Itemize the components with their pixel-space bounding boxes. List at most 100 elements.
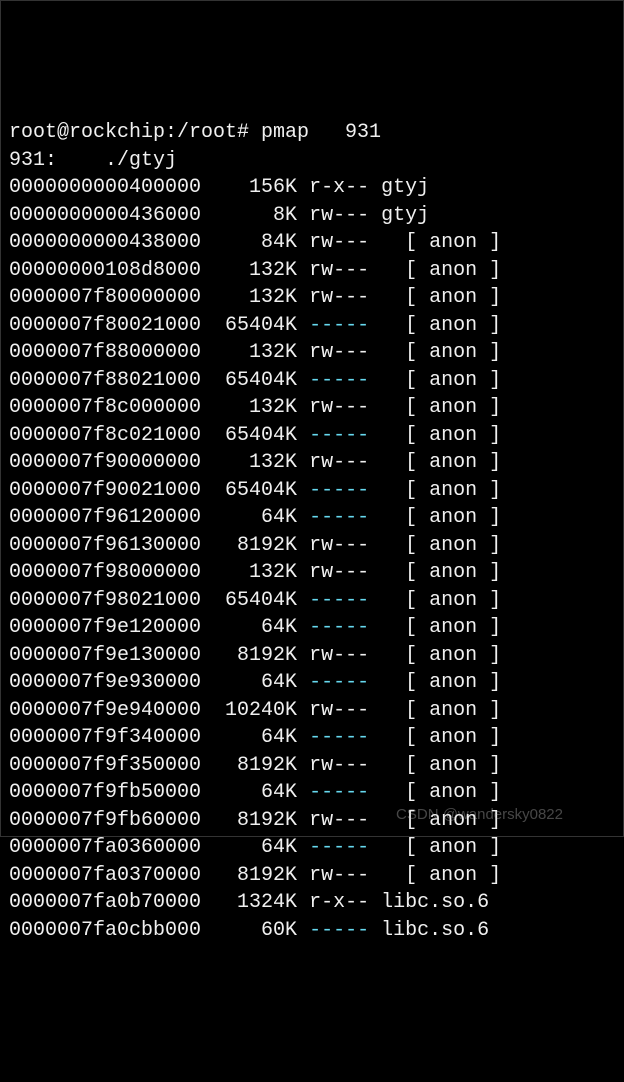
pmap-row: 0000007fa0cbb000 60K ----- libc.so.6 (9, 917, 615, 945)
mapping: [ anon ] (381, 286, 501, 309)
permissions: rw--- (309, 534, 369, 557)
size: 8192K (201, 809, 297, 832)
size: 132K (201, 451, 297, 474)
pmap-row: 0000007f96130000 8192K rw--- [ anon ] (9, 532, 615, 560)
address: 00000000108d8000 (9, 259, 201, 282)
pmap-row: 0000007f90000000 132K rw--- [ anon ] (9, 449, 615, 477)
address: 0000007f9fb60000 (9, 809, 201, 832)
address: 0000007fa0b70000 (9, 891, 201, 914)
mapping: [ anon ] (381, 341, 501, 364)
command-line[interactable]: root@rockchip:/root# pmap 931 (9, 119, 615, 147)
size: 132K (201, 561, 297, 584)
pmap-row: 0000007f98021000 65404K ----- [ anon ] (9, 587, 615, 615)
mapping: [ anon ] (381, 451, 501, 474)
mapping: libc.so.6 (381, 891, 489, 914)
size: 156K (201, 176, 297, 199)
address: 0000007fa0cbb000 (9, 919, 201, 942)
size: 8192K (201, 534, 297, 557)
pmap-row: 0000000000400000 156K r-x-- gtyj (9, 174, 615, 202)
mapping: [ anon ] (381, 754, 501, 777)
permissions: ----- (309, 589, 369, 612)
size: 65404K (201, 369, 297, 392)
pmap-row: 0000007f96120000 64K ----- [ anon ] (9, 504, 615, 532)
permissions: rw--- (309, 644, 369, 667)
address: 0000007f98021000 (9, 589, 201, 612)
pmap-row: 0000007f80000000 132K rw--- [ anon ] (9, 284, 615, 312)
size: 8192K (201, 644, 297, 667)
mapping: [ anon ] (381, 231, 501, 254)
address: 0000007fa0370000 (9, 864, 201, 887)
mapping: [ anon ] (381, 616, 501, 639)
permissions: ----- (309, 369, 369, 392)
address: 0000007f9f340000 (9, 726, 201, 749)
size: 1324K (201, 891, 297, 914)
mapping: [ anon ] (381, 259, 501, 282)
mapping: [ anon ] (381, 699, 501, 722)
address: 0000007f9e130000 (9, 644, 201, 667)
size: 84K (201, 231, 297, 254)
permissions: rw--- (309, 341, 369, 364)
pmap-row: 0000007f8c021000 65404K ----- [ anon ] (9, 422, 615, 450)
permissions: ----- (309, 836, 369, 859)
permissions: ----- (309, 919, 369, 942)
permissions: ----- (309, 314, 369, 337)
pmap-header: 931: ./gtyj (9, 147, 615, 175)
pmap-row: 0000007fa0360000 64K ----- [ anon ] (9, 834, 615, 862)
pmap-output: 0000000000400000 156K r-x-- gtyj00000000… (9, 174, 615, 944)
size: 64K (201, 781, 297, 804)
address: 0000007f80000000 (9, 286, 201, 309)
mapping: [ anon ] (381, 396, 501, 419)
mapping: [ anon ] (381, 369, 501, 392)
permissions: rw--- (309, 699, 369, 722)
pmap-row: 0000007f80021000 65404K ----- [ anon ] (9, 312, 615, 340)
pmap-row: 0000007f9e130000 8192K rw--- [ anon ] (9, 642, 615, 670)
mapping: gtyj (381, 204, 429, 227)
permissions: r-x-- (309, 891, 369, 914)
address: 0000007f88021000 (9, 369, 201, 392)
permissions: rw--- (309, 451, 369, 474)
mapping: [ anon ] (381, 644, 501, 667)
mapping: [ anon ] (381, 506, 501, 529)
permissions: rw--- (309, 286, 369, 309)
pmap-row: 0000007f9f350000 8192K rw--- [ anon ] (9, 752, 615, 780)
size: 64K (201, 616, 297, 639)
address: 0000000000438000 (9, 231, 201, 254)
pmap-row: 0000000000438000 84K rw--- [ anon ] (9, 229, 615, 257)
mapping: gtyj (381, 176, 429, 199)
pmap-row: 0000007f88021000 65404K ----- [ anon ] (9, 367, 615, 395)
address: 0000007f8c000000 (9, 396, 201, 419)
size: 64K (201, 671, 297, 694)
permissions: rw--- (309, 809, 369, 832)
size: 132K (201, 341, 297, 364)
mapping: libc.so.6 (381, 919, 489, 942)
permissions: ----- (309, 671, 369, 694)
pmap-row: 00000000108d8000 132K rw--- [ anon ] (9, 257, 615, 285)
permissions: r-x-- (309, 176, 369, 199)
size: 132K (201, 259, 297, 282)
address: 0000000000400000 (9, 176, 201, 199)
permissions: rw--- (309, 204, 369, 227)
size: 8192K (201, 864, 297, 887)
pmap-row: 0000007f9e930000 64K ----- [ anon ] (9, 669, 615, 697)
pmap-row: 0000007f8c000000 132K rw--- [ anon ] (9, 394, 615, 422)
mapping: [ anon ] (381, 836, 501, 859)
pmap-row: 0000007f98000000 132K rw--- [ anon ] (9, 559, 615, 587)
permissions: ----- (309, 616, 369, 639)
size: 64K (201, 726, 297, 749)
pmap-row: 0000007fa0b70000 1324K r-x-- libc.so.6 (9, 889, 615, 917)
mapping: [ anon ] (381, 864, 501, 887)
size: 65404K (201, 424, 297, 447)
address: 0000007f98000000 (9, 561, 201, 584)
permissions: ----- (309, 506, 369, 529)
address: 0000007f90000000 (9, 451, 201, 474)
permissions: ----- (309, 424, 369, 447)
mapping: [ anon ] (381, 314, 501, 337)
mapping: [ anon ] (381, 561, 501, 584)
permissions: rw--- (309, 864, 369, 887)
pmap-row: 0000000000436000 8K rw--- gtyj (9, 202, 615, 230)
permissions: rw--- (309, 754, 369, 777)
mapping: [ anon ] (381, 589, 501, 612)
watermark-text: CSDN @wandersky0822 (396, 801, 563, 829)
mapping: [ anon ] (381, 726, 501, 749)
address: 0000007f9f350000 (9, 754, 201, 777)
